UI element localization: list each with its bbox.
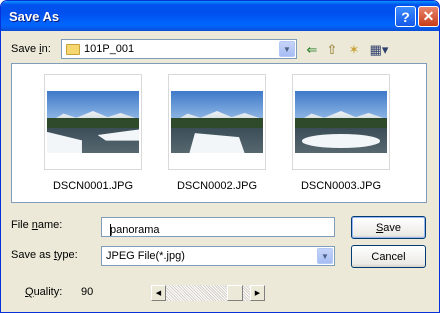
thumbnail-image [47,91,139,153]
chevron-down-icon[interactable]: ▼ [279,41,295,57]
close-icon: ✕ [422,8,435,24]
file-name-label: DSCN0002.JPG [176,180,258,192]
save-button[interactable]: Save [351,216,426,239]
slider-left-arrow-icon[interactable]: ◀ [151,285,166,301]
new-folder-icon[interactable]: ✶ [345,41,363,59]
file-list[interactable]: DSCN0001.JPG DSCN0002.JPG DSCN0003.JPG [11,63,427,203]
file-name-label: File name: [11,219,63,231]
quality-value: 90 [81,286,94,298]
back-icon[interactable]: ⇐ [303,41,321,59]
window-title: Save As [9,9,60,24]
save-as-type-label: Save as type: [11,249,78,261]
thumbnail-image [295,91,387,153]
close-button[interactable]: ✕ [418,6,439,27]
file-item[interactable]: DSCN0003.JPG [284,74,404,194]
file-name-label: DSCN0001.JPG [52,180,134,192]
thumbnail-image [171,91,263,153]
help-icon: ? [401,8,410,25]
file-name-label: DSCN0003.JPG [300,180,382,192]
file-name-input[interactable]: panorama [101,217,335,237]
folder-icon [66,44,80,55]
save-in-label: Save in: [11,43,51,55]
quality-slider[interactable]: ◀ ▶ [151,285,265,301]
chevron-down-icon[interactable]: ▼ [317,248,333,264]
thumbnail [168,74,266,170]
cancel-button[interactable]: Cancel [351,245,426,268]
save-in-dropdown[interactable]: 101P_001 ▼ [61,39,297,59]
save-as-type-value: JPEG File(*.jpg) [106,250,185,262]
up-folder-icon[interactable]: ⇧ [323,41,341,59]
title-bar[interactable]: Save As ? ✕ [1,1,439,31]
slider-thumb[interactable] [227,285,244,301]
thumbnail [292,74,390,170]
views-menu-icon[interactable]: ▦▾ [367,41,391,59]
save-as-type-dropdown[interactable]: JPEG File(*.jpg) ▼ [101,246,335,266]
file-item[interactable]: DSCN0002.JPG [160,74,280,194]
help-button[interactable]: ? [395,6,416,27]
thumbnail [44,74,142,170]
file-item[interactable]: DSCN0001.JPG [36,74,156,194]
quality-label: Quality: [25,286,63,298]
save-as-dialog: Save As ? ✕ Save in: 101P_001 ▼ ⇐ ⇧ ✶ ▦▾ [0,0,440,313]
slider-right-arrow-icon[interactable]: ▶ [250,285,265,301]
save-in-value: 101P_001 [84,43,135,55]
